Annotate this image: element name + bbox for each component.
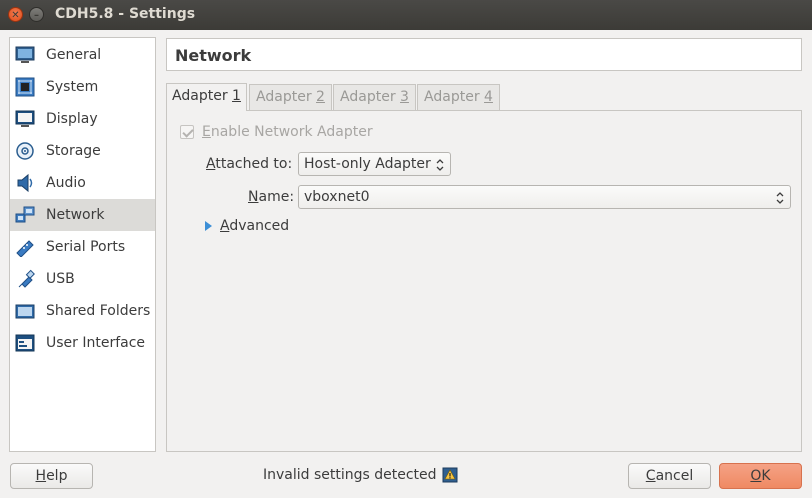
network-icon [15, 206, 35, 223]
tab-adapter-4[interactable]: Adapter 4 [417, 84, 500, 111]
sidebar-item-serial-ports[interactable]: Serial Ports [10, 231, 155, 263]
tab-label: Adapter [256, 89, 317, 105]
window-icon [15, 334, 35, 352]
sidebar-item-user-interface[interactable]: User Interface [10, 327, 155, 359]
chip-icon [15, 77, 35, 97]
attached-to-label: Attached to: [206, 156, 292, 172]
name-label: Name: [248, 189, 294, 205]
tab-adapter-2[interactable]: Adapter 2 [249, 84, 332, 111]
label-key: N [248, 189, 259, 205]
label-text: K [761, 468, 771, 484]
tab-label: Adapter [340, 89, 401, 105]
settings-sidebar: General System Display Storage Audio Net… [9, 37, 156, 452]
warning-icon[interactable] [442, 467, 458, 483]
monitor-icon [15, 46, 35, 63]
enable-network-adapter-label: Enable Network Adapter [202, 124, 373, 140]
label-key: O [750, 468, 762, 484]
usb-icon [18, 269, 35, 288]
sidebar-item-general[interactable]: General [10, 39, 155, 71]
tab-label-key: 3 [400, 89, 409, 105]
label-text: ttached to: [215, 156, 293, 172]
page-title: Network [166, 38, 802, 71]
tab-label-key: 1 [232, 88, 241, 104]
label-key: H [35, 468, 47, 484]
label-text: elp [46, 468, 68, 484]
label-key: C [645, 468, 656, 484]
tab-adapter-3[interactable]: Adapter 3 [333, 84, 416, 111]
tab-label-key: 4 [484, 89, 493, 105]
sidebar-item-usb[interactable]: USB [10, 263, 155, 295]
ok-button[interactable]: OK [719, 463, 802, 489]
sidebar-item-label: System [46, 79, 99, 95]
sidebar-item-audio[interactable]: Audio [10, 167, 155, 199]
sidebar-item-label: Display [46, 111, 98, 127]
folder-icon [15, 304, 35, 319]
minimize-window-button[interactable]: – [29, 7, 44, 22]
tab-label: Adapter [424, 89, 485, 105]
tab-label: Adapter [172, 88, 233, 104]
sidebar-item-label: Serial Ports [46, 239, 126, 255]
label-text: ancel [655, 468, 694, 484]
select-arrows-icon [776, 192, 784, 204]
sidebar-item-network[interactable]: Network [10, 199, 155, 231]
tab-adapter-1[interactable]: Adapter 1 [166, 83, 247, 111]
sidebar-item-shared-folders[interactable]: Shared Folders [10, 295, 155, 327]
label-text: ame: [258, 189, 295, 205]
select-arrows-icon [436, 159, 444, 171]
sidebar-item-system[interactable]: System [10, 71, 155, 103]
label-text: dvanced [229, 218, 290, 234]
serial-port-icon [16, 240, 34, 257]
cancel-button[interactable]: Cancel [628, 463, 711, 489]
window-title: CDH5.8 - Settings [55, 6, 196, 22]
label-key: E [202, 124, 211, 140]
sidebar-item-label: USB [46, 271, 75, 287]
help-button[interactable]: Help [10, 463, 93, 489]
adapter-name-value: vboxnet0 [304, 189, 370, 205]
attached-to-select[interactable]: Host-only Adapter [298, 152, 451, 176]
enable-network-adapter-checkbox[interactable] [180, 125, 194, 139]
display-icon [15, 110, 35, 127]
label-key: A [206, 156, 216, 172]
tab-label-key: 2 [316, 89, 325, 105]
close-window-button[interactable]: ✕ [8, 7, 23, 22]
sidebar-item-label: General [46, 47, 102, 63]
sidebar-item-label: Audio [46, 175, 86, 191]
sidebar-item-label: Storage [46, 143, 101, 159]
label-text: nable Network Adapter [210, 124, 373, 140]
sidebar-item-label: Network [46, 207, 105, 223]
label-key: A [220, 218, 230, 234]
sidebar-item-display[interactable]: Display [10, 103, 155, 135]
status-message: Invalid settings detected [263, 467, 437, 483]
speaker-icon [17, 173, 33, 193]
disk-icon [16, 142, 34, 160]
attached-to-value: Host-only Adapter [304, 156, 431, 172]
title-bar: ✕ – CDH5.8 - Settings [0, 0, 812, 30]
expand-arrow-icon[interactable] [205, 221, 212, 231]
advanced-toggle[interactable]: Advanced [220, 218, 289, 234]
sidebar-item-label: Shared Folders [46, 303, 151, 319]
sidebar-item-storage[interactable]: Storage [10, 135, 155, 167]
sidebar-item-label: User Interface [46, 335, 146, 351]
adapter-name-select[interactable]: vboxnet0 [298, 185, 791, 209]
